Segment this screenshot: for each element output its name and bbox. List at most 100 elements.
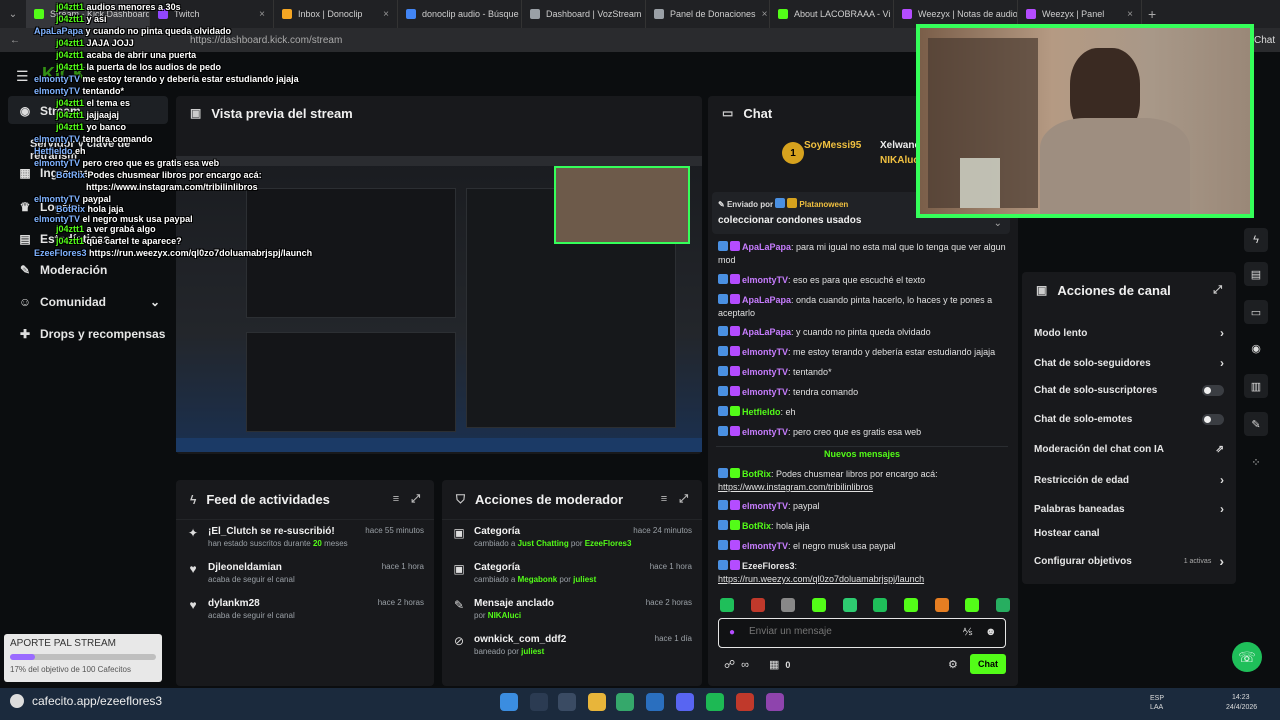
popout-icon[interactable]: ⤢ — [411, 493, 420, 506]
channel-action-9[interactable]: Configurar objetivos 1 activas › — [1034, 553, 1224, 569]
browser-tab[interactable]: Dashboard | VozStream× — [522, 0, 646, 28]
chat-link[interactable]: https://run.weezyx.com/ql0zo7doluamabrjs… — [718, 574, 924, 584]
chat-username[interactable]: ApaLaPapa — [742, 295, 791, 305]
chat-username[interactable]: elmontyTV — [742, 387, 788, 397]
chat-input-box[interactable]: ● ⅍ ☻ — [718, 618, 1006, 648]
channel-action-3[interactable]: Chat de solo-suscriptores — [1034, 385, 1224, 396]
browser-tab[interactable]: donoclip audio - Búsque× — [398, 0, 522, 28]
emote-icon[interactable] — [811, 598, 826, 612]
emote-icon[interactable] — [903, 598, 918, 612]
clock-time[interactable]: 14:23 — [1232, 694, 1250, 701]
chat-message[interactable]: ApaLaPapa: y cuando no pinta queda olvid… — [718, 326, 1008, 339]
filter-icon[interactable]: ≡ — [393, 493, 399, 506]
browser-tab[interactable]: Panel de Donaciones × — [646, 0, 770, 28]
chat-message[interactable]: elmontyTV: paypal — [718, 500, 1008, 513]
mic-icon[interactable]: ● — [729, 627, 735, 638]
clock-date[interactable]: 24/4/2026 — [1226, 704, 1257, 711]
channel-action-6[interactable]: Restricción de edad › — [1034, 473, 1224, 487]
explorer-icon[interactable] — [588, 693, 606, 711]
language-indicator[interactable]: ESP LAA — [1150, 694, 1164, 712]
chat-message[interactable]: BotRix: Podes chusmear libros por encarg… — [718, 468, 1008, 494]
filter-icon[interactable]: ≡ — [661, 493, 667, 506]
chat-message[interactable]: BotRix: hola jaja — [718, 520, 1008, 533]
chat-message[interactable]: ApaLaPapa: onda cuando pinta hacerlo, lo… — [718, 294, 1008, 320]
chat-message[interactable]: Hetfieldo: eh — [718, 406, 1008, 419]
close-icon[interactable]: × — [383, 9, 389, 20]
channel-action-5[interactable]: Moderación del chat con IA ⇗ — [1034, 444, 1224, 455]
translate-icon[interactable]: ⅍ — [963, 627, 972, 638]
chat-username[interactable]: ApaLaPapa — [742, 242, 791, 252]
chat-message[interactable]: elmontyTV: el negro musk usa paypal — [718, 540, 1008, 553]
back-icon[interactable]: ← — [10, 35, 20, 46]
top-user-2[interactable]: Xelwane — [880, 140, 920, 151]
emote-icon[interactable] — [873, 598, 888, 612]
gift-icon[interactable]: ▦ — [769, 658, 779, 671]
rail-note-icon[interactable]: ▤ — [1244, 262, 1268, 286]
emote-icon[interactable] — [781, 598, 796, 612]
settings-gear-icon[interactable]: ⚙ — [948, 658, 958, 671]
search-icon[interactable] — [530, 693, 548, 711]
tab-list-button[interactable]: ⌄ — [0, 9, 26, 20]
toggle-switch[interactable] — [1202, 385, 1224, 396]
emote-icon[interactable] — [842, 598, 857, 612]
rail-wrench-icon[interactable]: ✎ — [1244, 412, 1268, 436]
chat-message[interactable]: EzeeFlores3: https://run.weezyx.com/ql0z… — [718, 560, 1008, 586]
chat-message[interactable]: ApaLaPapa: para mi igual no esta mal que… — [718, 241, 1008, 267]
close-icon[interactable]: × — [762, 9, 768, 20]
chat-send-button[interactable]: Chat — [970, 654, 1006, 674]
sidebar-drops[interactable]: ✚ Drops y recompensas — [18, 327, 165, 341]
chat-username[interactable]: elmontyTV — [742, 541, 788, 551]
emote-icon[interactable] — [995, 598, 1010, 612]
toggle-switch[interactable] — [1202, 414, 1224, 425]
close-icon[interactable]: × — [1127, 9, 1133, 20]
sidebar-comunidad[interactable]: ☺ Comunidad ⌄ — [18, 295, 160, 309]
chat-message[interactable]: elmontyTV: tentando* — [718, 366, 1008, 379]
chat-message[interactable]: elmontyTV: eso es para que escuché el te… — [718, 274, 1008, 287]
chat-username[interactable]: elmontyTV — [742, 427, 788, 437]
chat-message[interactable]: elmontyTV: tendra comando — [718, 386, 1008, 399]
emote-icon[interactable] — [965, 598, 980, 612]
chat-link[interactable]: https://www.instagram.com/tribilinlibros — [718, 482, 873, 492]
rail-bolt-icon[interactable]: ϟ — [1244, 228, 1268, 252]
chat-username[interactable]: EzeeFlores3 — [742, 561, 795, 571]
chat-username[interactable]: BotRix — [742, 521, 771, 531]
chat-username[interactable]: BotRix — [742, 469, 771, 479]
users-icon[interactable]: ☍ — [724, 658, 735, 671]
chat-input[interactable] — [749, 626, 939, 637]
chrome-icon[interactable] — [616, 693, 634, 711]
chat-message[interactable]: elmontyTV: pero creo que es gratis esa w… — [718, 426, 1008, 439]
chat-username[interactable]: elmontyTV — [742, 275, 788, 285]
top-user-1[interactable]: SoyMessi95 — [804, 140, 861, 151]
emote-icon[interactable] — [934, 598, 949, 612]
chat-username[interactable]: elmontyTV — [742, 367, 788, 377]
stream-preview-video[interactable] — [176, 156, 702, 452]
channel-action-1[interactable]: Modo lento › — [1034, 326, 1224, 340]
chat-username[interactable]: elmontyTV — [742, 501, 788, 511]
browser-tab[interactable]: Inbox | Donoclip × — [274, 0, 398, 28]
start-icon[interactable] — [500, 693, 518, 711]
app-icon[interactable] — [766, 693, 784, 711]
taskview-icon[interactable] — [558, 693, 576, 711]
new-tab-button[interactable]: + — [1148, 6, 1156, 22]
sidebar-moderacion[interactable]: ✎ Moderación — [18, 263, 107, 277]
app-icon[interactable] — [736, 693, 754, 711]
chat-message[interactable]: elmontyTV: me estoy terando y debería es… — [718, 346, 1008, 359]
channel-action-2[interactable]: Chat de solo-seguidores › — [1034, 356, 1224, 370]
popout-icon[interactable]: ⤢ — [1213, 284, 1222, 297]
chat-username[interactable]: elmontyTV — [742, 347, 788, 357]
emoji-icon[interactable]: ☻ — [985, 626, 997, 638]
spotify-icon[interactable] — [706, 693, 724, 711]
chat-username[interactable]: ApaLaPapa — [742, 327, 791, 337]
rail-panel-icon[interactable]: ▥ — [1244, 374, 1268, 398]
url-field[interactable]: https://dashboard.kick.com/stream — [190, 35, 342, 46]
channel-action-7[interactable]: Palabras baneadas › — [1034, 502, 1224, 516]
emote-icon[interactable] — [720, 598, 734, 612]
rail-radio-icon[interactable]: ◉ — [1244, 336, 1268, 360]
close-icon[interactable]: × — [259, 9, 265, 20]
channel-action-4[interactable]: Chat de solo-emotes — [1034, 414, 1224, 425]
chat-username[interactable]: Hetfieldo — [742, 407, 781, 417]
emote-icon[interactable] — [750, 598, 765, 612]
browser-tab[interactable]: About LACOBRAAA - Vi× — [770, 0, 894, 28]
popout-icon[interactable]: ⤢ — [679, 493, 688, 506]
chevron-down-icon[interactable]: ⌄ — [994, 218, 1002, 229]
